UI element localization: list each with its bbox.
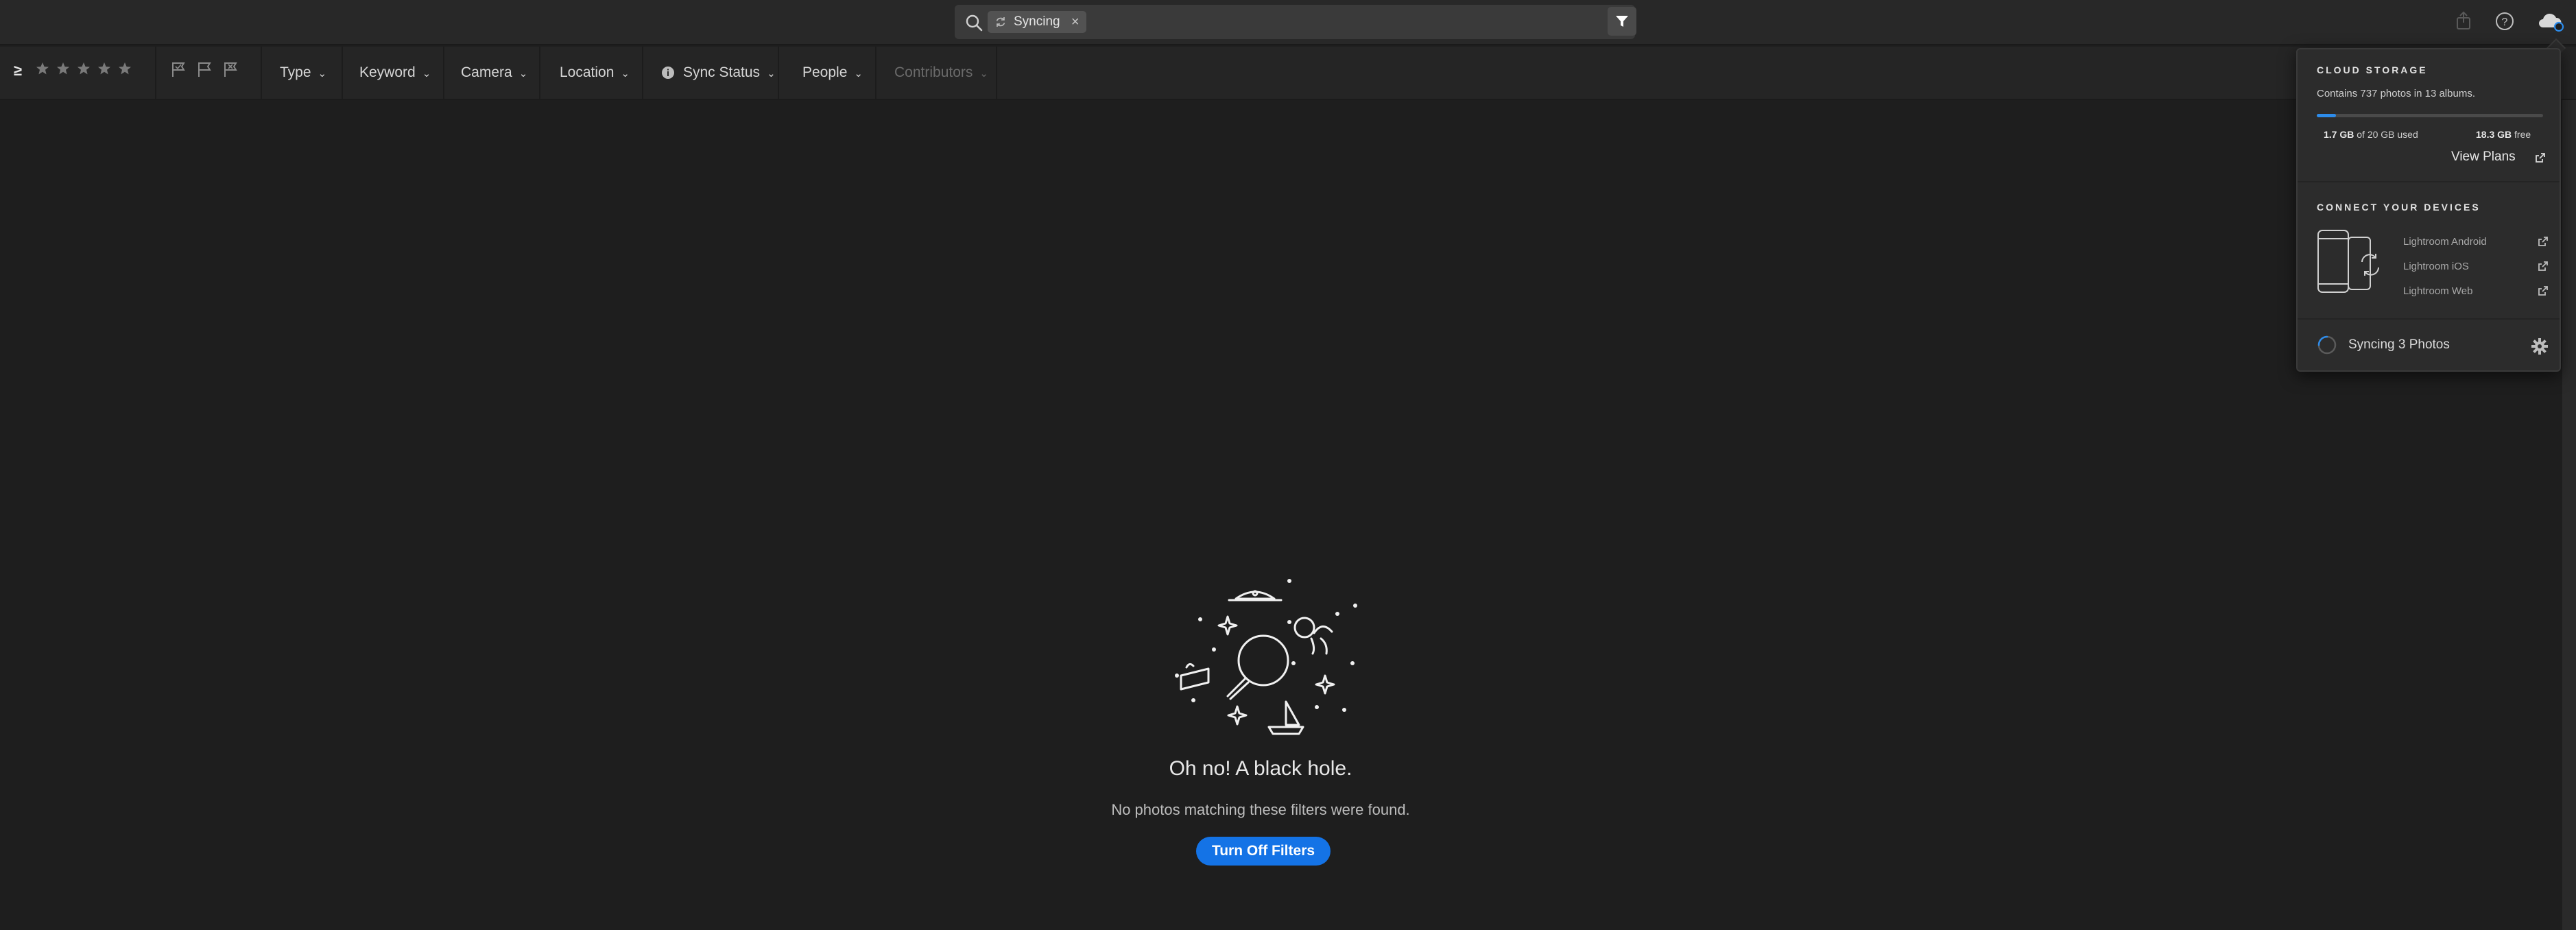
sync-status-filter-label: Sync Status [683, 64, 761, 80]
storage-free-amount: 18.3 GB [2476, 129, 2512, 140]
connect-devices-title: CONNECT YOUR DEVICES [2317, 202, 2481, 213]
black-hole-illustration [1175, 579, 1357, 735]
search-icon [966, 14, 983, 32]
contributors-filter-dropdown: Contributors ⌄ [876, 47, 997, 99]
external-link-icon[interactable] [2538, 261, 2549, 272]
chevron-down-icon: ⌄ [518, 68, 528, 80]
lightroom-android-link[interactable]: Lightroom Android [2403, 236, 2487, 248]
chevron-down-icon: ⌄ [422, 68, 431, 80]
star-icon[interactable] [77, 62, 91, 75]
people-filter-label: People [802, 64, 848, 80]
sync-status-filter-dropdown[interactable]: Sync Status ⌄ [643, 47, 779, 99]
cloud-sync-icon[interactable] [2536, 10, 2565, 33]
search-filter-chip[interactable]: Syncing × [988, 11, 1086, 33]
chevron-down-icon: ⌄ [854, 68, 863, 80]
filter-toggle-button[interactable] [1608, 7, 1636, 36]
storage-used-suffix: of 20 GB used [2357, 129, 2418, 140]
camera-filter-label: Camera [461, 64, 512, 80]
star-icon[interactable] [36, 62, 49, 75]
top-bar: Syncing × × ? [0, 0, 2576, 45]
chip-label: Syncing [1014, 14, 1060, 29]
cloud-storage-title: CLOUD STORAGE [2317, 64, 2428, 75]
sync-spinner-icon [2317, 335, 2337, 355]
svg-text:?: ? [2502, 16, 2508, 28]
search-bar[interactable]: Syncing × × [955, 5, 1635, 39]
picked-flag-icon[interactable] [170, 60, 187, 78]
empty-state-message: No photos matching these filters were fo… [1111, 801, 1410, 818]
unflagged-icon[interactable] [196, 60, 213, 78]
storage-free-suffix: free [2514, 129, 2531, 140]
divider [2298, 318, 2560, 320]
turn-off-filters-button[interactable]: Turn Off Filters [1196, 837, 1331, 866]
chevron-down-icon: ⌄ [979, 68, 988, 80]
contributors-filter-label: Contributors [894, 64, 973, 80]
camera-filter-dropdown[interactable]: Camera ⌄ [444, 47, 540, 99]
devices-icon [2317, 230, 2379, 293]
cloud-storage-popover: CLOUD STORAGE Contains 737 photos in 13 … [2296, 48, 2561, 372]
share-icon[interactable] [2452, 10, 2475, 33]
chevron-down-icon: ⌄ [318, 68, 327, 80]
keyword-filter-label: Keyword [359, 64, 416, 80]
type-filter-label: Type [280, 64, 311, 80]
keyword-filter-dropdown[interactable]: Keyword ⌄ [343, 47, 444, 99]
storage-free: 18.3 GB free [2476, 129, 2531, 140]
external-link-icon[interactable] [2538, 285, 2549, 296]
sync-status-text: Syncing 3 Photos [2348, 337, 2450, 352]
sync-icon [996, 17, 1005, 27]
storage-summary: Contains 737 photos in 13 albums. [2317, 88, 2475, 99]
rejected-flag-icon[interactable] [222, 60, 239, 78]
gear-icon[interactable] [2531, 337, 2549, 355]
location-filter-label: Location [560, 64, 615, 80]
rating-filter[interactable] [36, 62, 132, 75]
empty-state-title: Oh no! A black hole. [1169, 757, 1352, 780]
chip-remove-button[interactable]: × [1071, 11, 1080, 33]
chevron-down-icon: ⌄ [621, 68, 630, 80]
star-icon[interactable] [118, 62, 132, 75]
info-icon [662, 67, 674, 79]
flag-filter[interactable] [170, 60, 239, 78]
type-filter-dropdown[interactable]: Type ⌄ [261, 47, 343, 99]
lightroom-ios-link[interactable]: Lightroom iOS [2403, 261, 2469, 272]
external-link-icon[interactable] [2538, 236, 2549, 247]
chevron-down-icon: ⌄ [767, 68, 776, 80]
storage-used-amount: 1.7 GB [2324, 129, 2354, 140]
funnel-icon [1616, 16, 1628, 27]
star-icon[interactable] [56, 62, 70, 75]
location-filter-dropdown[interactable]: Location ⌄ [540, 47, 643, 99]
divider [155, 47, 156, 99]
external-link-icon[interactable] [2535, 152, 2546, 163]
storage-used: 1.7 GB of 20 GB used [2324, 129, 2418, 140]
help-icon[interactable]: ? [2493, 10, 2516, 33]
star-icon[interactable] [97, 62, 111, 75]
right-panel-edge [2562, 100, 2576, 930]
people-filter-dropdown[interactable]: People ⌄ [779, 47, 876, 99]
filter-bar: ≥ Type ⌄ Keyword ⌄ Camera ⌄ Location ⌄ S… [0, 47, 2576, 100]
view-plans-link[interactable]: View Plans [2451, 150, 2516, 165]
storage-progress-bar [2317, 114, 2543, 117]
divider [2298, 181, 2560, 182]
lightroom-web-link[interactable]: Lightroom Web [2403, 285, 2472, 297]
rating-operator[interactable]: ≥ [14, 62, 22, 80]
storage-progress-fill [2317, 114, 2337, 117]
